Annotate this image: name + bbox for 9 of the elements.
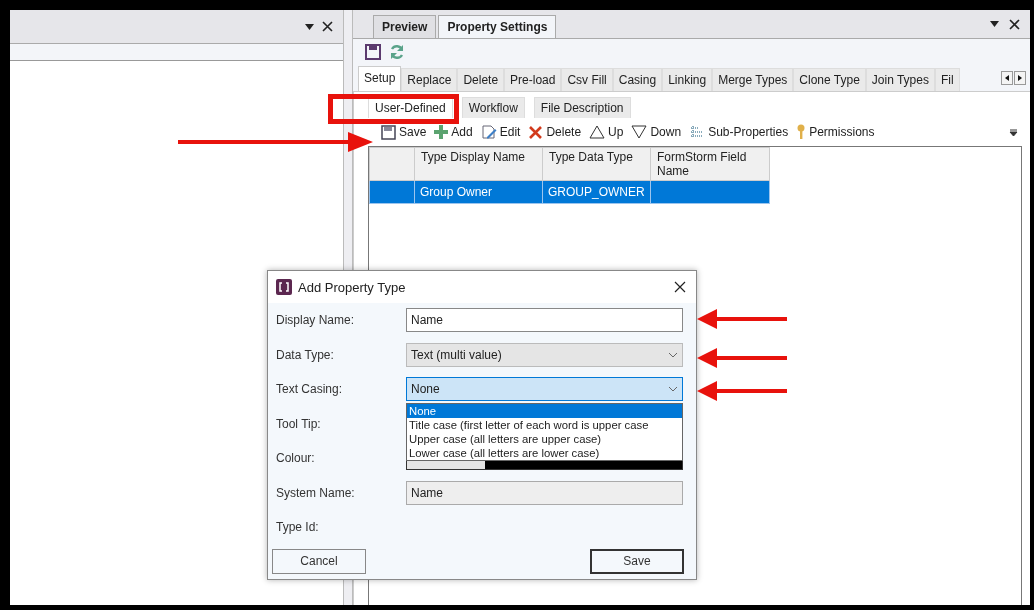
field-label: Type Id: <box>276 520 320 535</box>
field-label: Colour: <box>276 451 316 466</box>
field-label: Display Name: <box>276 313 356 328</box>
field-label: Tool Tip: <box>276 416 322 431</box>
field-label: Text Casing: <box>276 382 344 397</box>
field-label: System Name: <box>276 485 356 500</box>
dialog-title: Add Property Type <box>298 279 406 295</box>
readonly-field: Name <box>406 480 683 505</box>
field-label: Data Type: <box>276 347 335 362</box>
